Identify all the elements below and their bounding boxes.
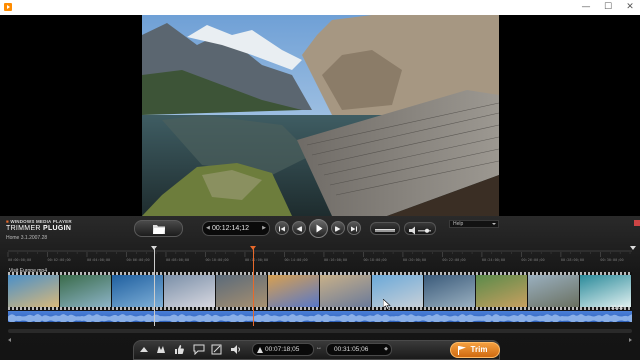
- thumbnail-strip: [8, 275, 632, 307]
- film-sprocket-bottom: [8, 307, 632, 310]
- video-preview[interactable]: [142, 15, 499, 216]
- current-time-display[interactable]: ◀ 00:12:14;12 ▶: [202, 221, 270, 236]
- speed-control[interactable]: [370, 222, 400, 235]
- skip-end-icon: [351, 226, 357, 232]
- time-range-separator: ↔: [316, 345, 322, 351]
- trim-label: Trim: [470, 345, 488, 354]
- ruler-tick-label: 00:00:00;00: [8, 258, 32, 262]
- chevron-down-icon: [492, 223, 496, 225]
- thumbs-up-icon[interactable]: [173, 344, 185, 355]
- next-frame-icon: [335, 226, 341, 232]
- timeline-scrollbar[interactable]: [8, 329, 632, 342]
- set-start-icon[interactable]: [256, 346, 264, 354]
- volume-icon: [409, 226, 431, 235]
- video-frame-image: [142, 15, 499, 216]
- ruler-tick-label: 00:02:00;00: [47, 258, 71, 262]
- thumbnail-frame: [528, 275, 580, 307]
- thumbnail-frame: [424, 275, 476, 307]
- ruler-tick-label: 00:08:00;00: [165, 258, 190, 262]
- skip-end-button[interactable]: [347, 221, 361, 235]
- ruler-tick-label: 00:04:00;00: [86, 258, 111, 262]
- ruler-tick-label: 00:22:00;00: [442, 258, 466, 262]
- close-button[interactable]: ✕: [619, 0, 640, 15]
- ruler-tick-label: 00:10:00;00: [205, 258, 229, 262]
- ruler-tick-label: 00:20:00;00: [402, 258, 427, 262]
- volume-control[interactable]: [404, 222, 436, 235]
- start-time-text: 00:07:18;05: [265, 346, 300, 353]
- window-titlebar: — ☐ ✕: [0, 0, 640, 15]
- ruler-tick-label: 00:26:00;00: [521, 258, 545, 262]
- playhead-line[interactable]: [253, 246, 254, 326]
- skip-start-icon: [279, 226, 285, 232]
- brand-caption: ■ WINDOWS MEDIA PLAYER: [6, 219, 72, 224]
- audio-track[interactable]: [8, 311, 632, 322]
- audio-waveform: [8, 314, 632, 322]
- thumbnail-frame: [60, 275, 112, 307]
- step-back-icon[interactable]: ◀: [206, 222, 210, 235]
- trim-end-marker[interactable]: [630, 246, 636, 250]
- product-edition: Home 3.1.2007.28: [6, 235, 48, 241]
- split-icon[interactable]: [155, 344, 167, 355]
- comment-icon[interactable]: [193, 344, 205, 355]
- collapse-up-icon[interactable]: [138, 344, 150, 355]
- ruler-tick-label: 00:24:00;00: [481, 258, 506, 262]
- previous-frame-button[interactable]: [292, 221, 306, 235]
- ruler-tick-label: 00:14:00;00: [284, 258, 308, 262]
- thumbnail-frame: [164, 275, 216, 307]
- current-time-text: 00:12:14;12: [212, 225, 249, 232]
- ruler-tick-label: 00:28:00;00: [560, 258, 585, 262]
- ruler-tick-label: 00:06:00;00: [126, 258, 150, 262]
- help-label: Help: [453, 221, 464, 227]
- play-icon: [316, 224, 323, 233]
- end-time-field[interactable]: 00:31:05;06 ◆: [326, 343, 392, 356]
- speaker-icon[interactable]: [230, 344, 242, 355]
- thumbnail-frame: [216, 275, 268, 307]
- thumbnail-frame: [112, 275, 164, 307]
- thumbnail-frame: [8, 275, 60, 307]
- end-time-text: 00:31:05;06: [334, 346, 369, 353]
- ruler-tick-label: 00:18:00;00: [363, 258, 387, 262]
- app-icon: [4, 3, 12, 11]
- spin-icon[interactable]: ◆: [384, 344, 388, 355]
- product-name: TRIMMER PLUGIN: [6, 225, 72, 232]
- ruler-tick-label: 00:12:00;00: [244, 258, 269, 262]
- previous-frame-icon: [296, 226, 302, 232]
- thumbnail-frame: [580, 275, 632, 307]
- maximize-button[interactable]: ☐: [597, 0, 619, 15]
- mouse-cursor-icon: [383, 299, 391, 310]
- ruler-ticks: [7, 252, 631, 257]
- speed-slider-icon: [375, 229, 395, 232]
- minimize-button[interactable]: —: [575, 0, 597, 15]
- flag-icon: [458, 346, 466, 355]
- timeline-ruler[interactable]: [0, 246, 640, 266]
- next-frame-button[interactable]: [331, 221, 345, 235]
- trim-button[interactable]: Trim: [450, 342, 500, 358]
- trim-start-line[interactable]: [154, 246, 155, 326]
- open-file-button[interactable]: [134, 220, 183, 237]
- step-forward-icon[interactable]: ▶: [262, 222, 266, 235]
- start-time-field[interactable]: 00:07:18;05: [252, 343, 314, 356]
- ruler-tick-label: 00:16:00;00: [323, 258, 348, 262]
- help-dropdown[interactable]: Help: [449, 220, 499, 228]
- thumbnail-frame: [372, 275, 424, 307]
- folder-icon: [153, 225, 165, 234]
- skip-start-button[interactable]: [275, 221, 289, 235]
- thumbnail-frame: [320, 275, 372, 307]
- edit-icon[interactable]: [211, 344, 223, 355]
- plugin-close-icon[interactable]: [634, 220, 640, 226]
- video-area: [0, 15, 640, 216]
- video-track[interactable]: [8, 272, 632, 310]
- thumbnail-frame: [268, 275, 320, 307]
- ruler-tick-label: 00:30:00;00: [600, 258, 624, 262]
- thumbnail-frame: [476, 275, 528, 307]
- play-button[interactable]: [309, 219, 328, 238]
